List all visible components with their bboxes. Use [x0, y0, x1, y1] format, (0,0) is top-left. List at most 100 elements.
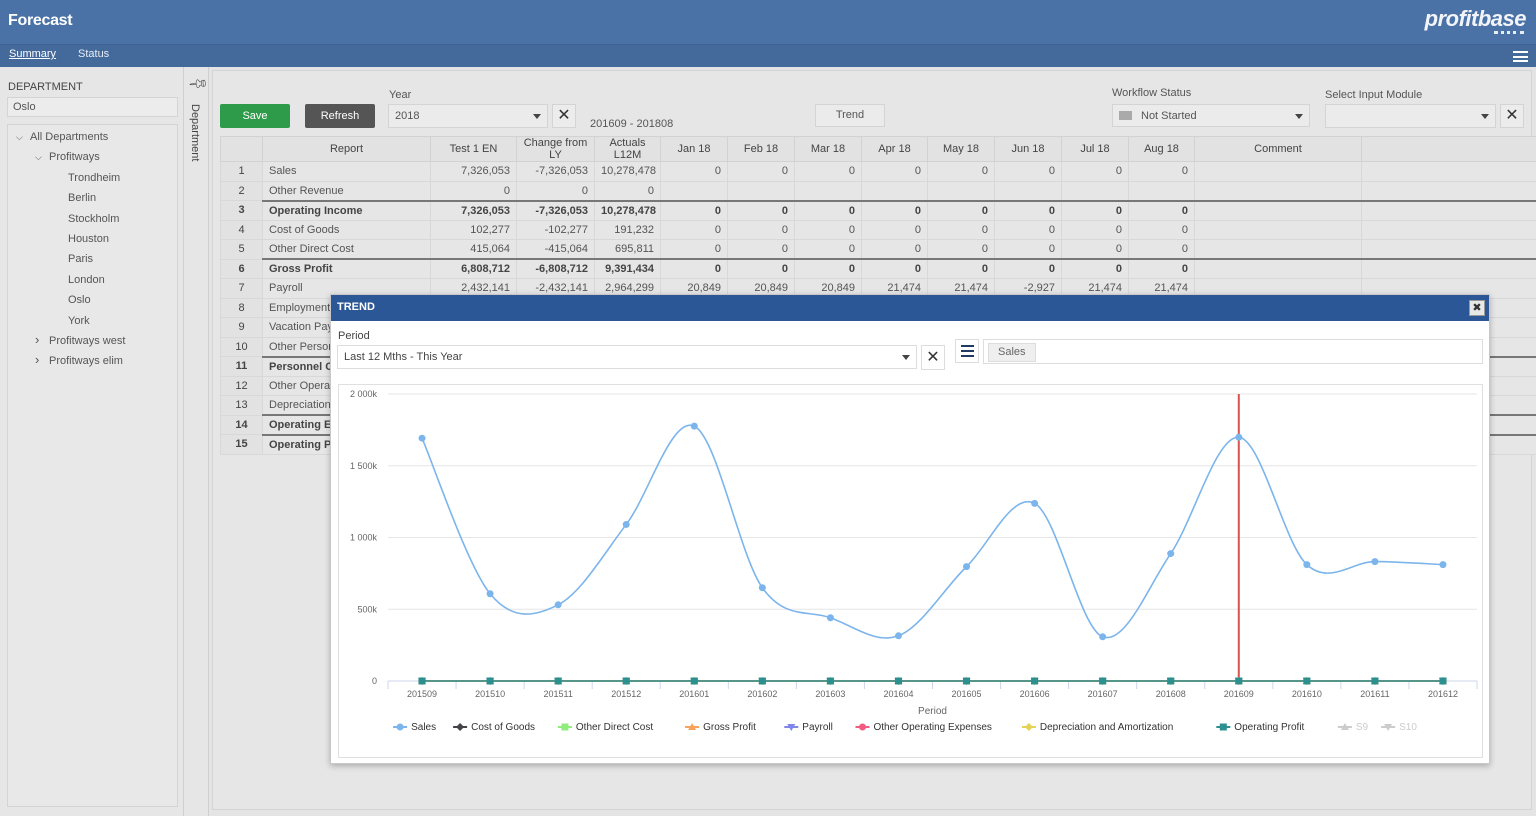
value-cell[interactable]: 0: [727, 161, 795, 182]
value-cell[interactable]: 0: [927, 199, 995, 221]
comment-cell[interactable]: [1194, 161, 1362, 182]
column-header[interactable]: Mar 18: [794, 136, 862, 162]
tree-item[interactable]: Stockholm: [68, 213, 119, 225]
column-header[interactable]: Report: [262, 136, 431, 162]
value-cell[interactable]: 0: [1061, 258, 1129, 279]
column-header[interactable]: May 18: [927, 136, 995, 162]
trend-button[interactable]: Trend: [815, 104, 885, 127]
value-cell[interactable]: 0: [727, 258, 795, 279]
legend-item-s9[interactable]: S9: [1356, 722, 1369, 733]
value-cell[interactable]: -415,064: [516, 239, 595, 260]
value-cell[interactable]: [861, 180, 928, 201]
column-header[interactable]: Aug 18: [1128, 136, 1195, 162]
column-header[interactable]: Actuals L12M: [594, 136, 661, 162]
series-selector[interactable]: Sales: [983, 339, 1483, 364]
value-cell[interactable]: 695,811: [594, 239, 661, 260]
value-cell[interactable]: [727, 180, 795, 201]
value-cell[interactable]: -7,326,053: [516, 199, 595, 221]
value-cell[interactable]: 6,808,712: [430, 258, 517, 279]
clear-period-button[interactable]: ✕: [921, 345, 945, 370]
tree-item[interactable]: London: [68, 274, 105, 286]
workflow-status-select[interactable]: Not Started: [1112, 104, 1310, 127]
value-cell[interactable]: 0: [660, 199, 728, 221]
value-cell[interactable]: 0: [516, 180, 595, 201]
value-cell[interactable]: 0: [727, 239, 795, 260]
tab-summary[interactable]: Summary: [9, 48, 56, 60]
value-cell[interactable]: 102,277: [430, 219, 517, 240]
value-cell[interactable]: 0: [794, 219, 862, 240]
close-icon[interactable]: ✖: [1469, 300, 1485, 316]
value-cell[interactable]: 0: [861, 219, 928, 240]
comment-cell[interactable]: [1194, 239, 1362, 260]
column-header[interactable]: [1361, 136, 1536, 162]
value-cell[interactable]: -102,277: [516, 219, 595, 240]
value-cell[interactable]: 0: [1061, 239, 1129, 260]
tree-item[interactable]: Profitways elim: [49, 355, 123, 367]
column-header[interactable]: Test 1 EN: [430, 136, 517, 162]
value-cell[interactable]: 0: [927, 258, 995, 279]
value-cell[interactable]: 0: [727, 219, 795, 240]
value-cell[interactable]: [927, 180, 995, 201]
column-header[interactable]: Feb 18: [727, 136, 795, 162]
value-cell[interactable]: 0: [927, 239, 995, 260]
value-cell[interactable]: 0: [430, 180, 517, 201]
comment-cell[interactable]: [1194, 219, 1362, 240]
value-cell[interactable]: 0: [794, 161, 862, 182]
comment-cell[interactable]: [1194, 258, 1362, 279]
value-cell[interactable]: 0: [1128, 258, 1195, 279]
value-cell[interactable]: -7,326,053: [516, 161, 595, 182]
period-select[interactable]: Last 12 Mths - This Year: [337, 345, 917, 369]
pin-icon[interactable]: 📌︎: [187, 73, 209, 96]
value-cell[interactable]: 10,278,478: [594, 199, 661, 221]
department-selected-field[interactable]: Oslo: [7, 97, 178, 117]
value-cell[interactable]: 0: [994, 199, 1062, 221]
clear-input-module-button[interactable]: ✕: [1500, 104, 1524, 128]
save-button[interactable]: Save: [220, 104, 290, 128]
legend-item-other-direct-cost[interactable]: Other Direct Cost: [576, 722, 653, 733]
legend-item-cost-of-goods[interactable]: Cost of Goods: [471, 722, 535, 733]
value-cell[interactable]: 0: [994, 219, 1062, 240]
value-cell[interactable]: 0: [994, 239, 1062, 260]
value-cell[interactable]: 0: [1128, 161, 1195, 182]
tree-item[interactable]: Profitways: [49, 151, 100, 163]
value-cell[interactable]: 0: [794, 258, 862, 279]
legend-item-payroll[interactable]: Payroll: [802, 722, 833, 733]
legend-item-gross-profit[interactable]: Gross Profit: [703, 722, 756, 733]
clear-year-button[interactable]: ✕: [552, 104, 576, 128]
value-cell[interactable]: 0: [660, 239, 728, 260]
value-cell[interactable]: 0: [861, 199, 928, 221]
value-cell[interactable]: 0: [861, 258, 928, 279]
value-cell[interactable]: 0: [927, 161, 995, 182]
menu-icon[interactable]: [955, 339, 979, 363]
department-side-tab[interactable]: 📌︎ Department: [184, 67, 210, 816]
value-cell[interactable]: -6,808,712: [516, 258, 595, 279]
tree-item[interactable]: Trondheim: [68, 172, 120, 184]
tab-status[interactable]: Status: [78, 48, 109, 60]
value-cell[interactable]: 7,326,053: [430, 199, 517, 221]
legend-item-other-operating-expenses[interactable]: Other Operating Expenses: [874, 722, 992, 733]
tree-item[interactable]: Houston: [68, 233, 109, 245]
comment-cell[interactable]: [1194, 199, 1362, 221]
year-select[interactable]: 2018: [388, 104, 548, 128]
legend-item-s10[interactable]: S10: [1399, 722, 1417, 733]
refresh-button[interactable]: Refresh: [305, 104, 375, 128]
tree-item[interactable]: All Departments: [30, 131, 108, 143]
value-cell[interactable]: 0: [660, 161, 728, 182]
value-cell[interactable]: 191,232: [594, 219, 661, 240]
value-cell[interactable]: 0: [861, 239, 928, 260]
value-cell[interactable]: 0: [794, 239, 862, 260]
tree-item[interactable]: Profitways west: [49, 335, 125, 347]
tree-item[interactable]: Oslo: [68, 294, 91, 306]
column-header[interactable]: Comment: [1194, 136, 1362, 162]
value-cell[interactable]: [994, 180, 1062, 201]
value-cell[interactable]: 0: [794, 199, 862, 221]
legend-item-sales[interactable]: Sales: [411, 722, 436, 733]
legend-item-operating-profit[interactable]: Operating Profit: [1234, 722, 1304, 733]
value-cell[interactable]: 0: [927, 219, 995, 240]
tree-item[interactable]: Berlin: [68, 192, 96, 204]
column-header[interactable]: Jan 18: [660, 136, 728, 162]
value-cell[interactable]: 0: [594, 180, 661, 201]
value-cell[interactable]: 0: [994, 258, 1062, 279]
column-header[interactable]: Jun 18: [994, 136, 1062, 162]
column-header[interactable]: Apr 18: [861, 136, 928, 162]
